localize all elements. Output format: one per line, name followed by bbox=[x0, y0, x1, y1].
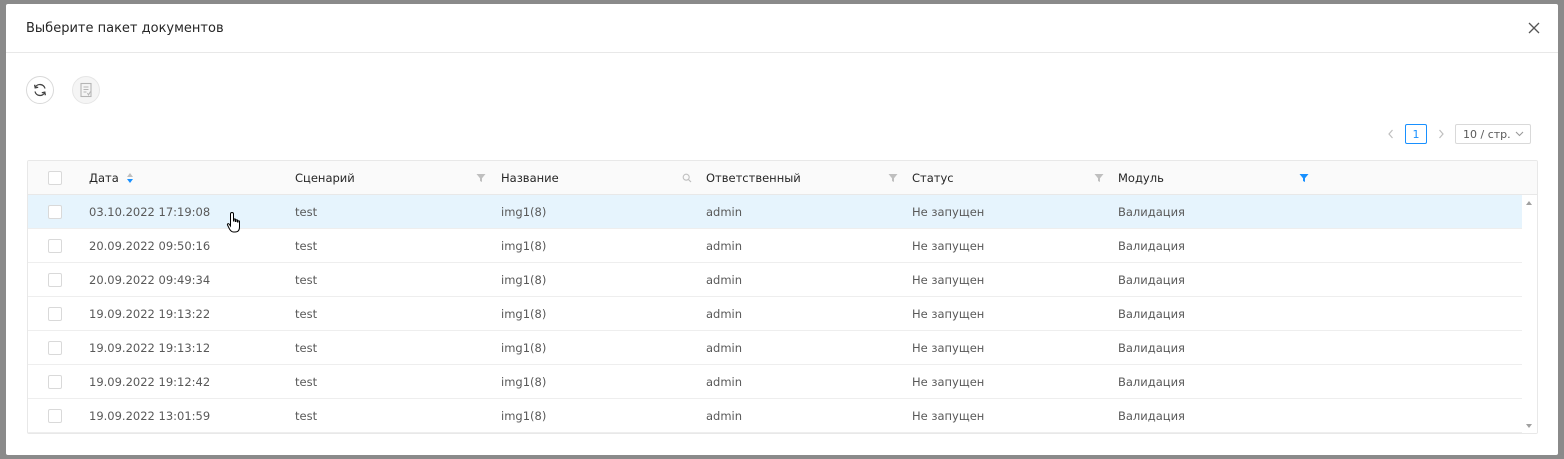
sort-icon bbox=[126, 173, 133, 183]
column-header-name: Название bbox=[501, 171, 559, 185]
cell-status: Не запущен bbox=[912, 409, 985, 423]
table-row[interactable]: 19.09.2022 19:12:42 test img1(8) admin Не за… bbox=[28, 365, 1523, 399]
cell-owner: admin bbox=[706, 273, 743, 287]
filter-icon[interactable] bbox=[888, 173, 898, 183]
cell-module: Валидация bbox=[1118, 239, 1185, 253]
column-header-status: Статус bbox=[912, 171, 954, 185]
documents-table: Дата Сценарий Название Ответственный Ста… bbox=[27, 160, 1538, 434]
cell-name: img1(8) bbox=[501, 273, 547, 287]
toolbar bbox=[26, 76, 100, 104]
cell-module: Валидация bbox=[1118, 341, 1185, 355]
cell-module: Валидация bbox=[1118, 307, 1185, 321]
column-header-module: Модуль bbox=[1118, 171, 1164, 185]
page-size-select[interactable]: 10 / стр. bbox=[1455, 124, 1531, 144]
pagination: 1 10 / стр. bbox=[1385, 124, 1531, 144]
cell-name: img1(8) bbox=[501, 409, 547, 423]
column-header-scenario: Сценарий bbox=[295, 171, 355, 185]
table-row[interactable]: 19.09.2022 19:13:22 test img1(8) admin Не за… bbox=[28, 297, 1523, 331]
cell-name: img1(8) bbox=[501, 307, 547, 321]
table-row[interactable]: 20.09.2022 09:50:16 test img1(8) admin Не за… bbox=[28, 229, 1523, 263]
cell-module: Валидация bbox=[1118, 409, 1185, 423]
cell-status: Не запущен bbox=[912, 341, 985, 355]
cell-status: Не запущен bbox=[912, 205, 985, 219]
cell-status: Не запущен bbox=[912, 239, 985, 253]
chevron-down-icon bbox=[1515, 131, 1524, 137]
scroll-up-arrow[interactable] bbox=[1526, 201, 1532, 205]
cell-scenario: test bbox=[295, 239, 318, 253]
table-body: 03.10.2022 17:19:08 test img1(8) admin Не за… bbox=[28, 195, 1537, 433]
cell-date: 20.09.2022 09:50:16 bbox=[89, 239, 211, 253]
cell-status: Не запущен bbox=[912, 273, 985, 287]
table-scrollbar[interactable] bbox=[1522, 195, 1537, 433]
close-button[interactable] bbox=[1526, 20, 1542, 36]
column-header-owner: Ответственный bbox=[706, 171, 801, 185]
column-header-date[interactable]: Дата bbox=[89, 161, 134, 195]
cell-scenario: test bbox=[295, 409, 318, 423]
cell-date: 03.10.2022 17:19:08 bbox=[89, 205, 211, 219]
close-icon bbox=[1528, 22, 1540, 34]
scroll-down-arrow[interactable] bbox=[1526, 424, 1532, 428]
filter-icon[interactable] bbox=[1094, 173, 1104, 183]
document-icon bbox=[80, 82, 92, 98]
filter-icon[interactable] bbox=[1299, 173, 1309, 183]
cell-owner: admin bbox=[706, 307, 743, 321]
refresh-button[interactable] bbox=[26, 76, 54, 104]
cell-owner: admin bbox=[706, 341, 743, 355]
cell-owner: admin bbox=[706, 375, 743, 389]
modal-title: Выберите пакет документов bbox=[26, 20, 224, 36]
cell-owner: admin bbox=[706, 239, 743, 253]
row-checkbox[interactable] bbox=[48, 205, 62, 219]
search-icon[interactable] bbox=[682, 173, 692, 183]
modal-header: Выберите пакет документов bbox=[6, 4, 1558, 53]
cell-date: 19.09.2022 19:13:12 bbox=[89, 341, 211, 355]
cell-scenario: test bbox=[295, 341, 318, 355]
prev-page-button[interactable] bbox=[1385, 124, 1397, 144]
filter-icon[interactable] bbox=[476, 173, 486, 183]
cell-scenario: test bbox=[295, 273, 318, 287]
cell-name: img1(8) bbox=[501, 239, 547, 253]
refresh-icon bbox=[33, 83, 47, 97]
table-header: Дата Сценарий Название Ответственный Ста… bbox=[28, 161, 1537, 195]
hand-pointer-cursor-icon bbox=[226, 211, 240, 233]
cell-status: Не запущен bbox=[912, 307, 985, 321]
select-all-checkbox[interactable] bbox=[48, 171, 62, 185]
row-checkbox[interactable] bbox=[48, 273, 62, 287]
table-row[interactable]: 03.10.2022 17:19:08 test img1(8) admin Не за… bbox=[28, 195, 1523, 229]
cell-owner: admin bbox=[706, 205, 743, 219]
table-row[interactable]: 19.09.2022 19:13:12 test img1(8) admin Не за… bbox=[28, 331, 1523, 365]
cell-scenario: test bbox=[295, 307, 318, 321]
cell-name: img1(8) bbox=[501, 341, 547, 355]
cell-scenario: test bbox=[295, 375, 318, 389]
cell-owner: admin bbox=[706, 409, 743, 423]
row-checkbox[interactable] bbox=[48, 375, 62, 389]
select-document-button[interactable] bbox=[72, 76, 100, 104]
row-checkbox[interactable] bbox=[48, 239, 62, 253]
table-row[interactable]: 20.09.2022 09:49:34 test img1(8) admin Не за… bbox=[28, 263, 1523, 297]
cell-module: Валидация bbox=[1118, 375, 1185, 389]
cell-scenario: test bbox=[295, 205, 318, 219]
row-checkbox[interactable] bbox=[48, 409, 62, 423]
next-page-button[interactable] bbox=[1435, 124, 1447, 144]
cell-date: 19.09.2022 19:12:42 bbox=[89, 375, 211, 389]
cell-date: 19.09.2022 19:13:22 bbox=[89, 307, 211, 321]
table-row[interactable]: 19.09.2022 13:01:59 test img1(8) admin Не за… bbox=[28, 399, 1523, 433]
cell-module: Валидация bbox=[1118, 273, 1185, 287]
chevron-right-icon bbox=[1439, 129, 1444, 139]
page-number-current[interactable]: 1 bbox=[1405, 124, 1427, 144]
cell-name: img1(8) bbox=[501, 375, 547, 389]
cell-date: 20.09.2022 09:49:34 bbox=[89, 273, 211, 287]
chevron-left-icon bbox=[1388, 129, 1393, 139]
row-checkbox[interactable] bbox=[48, 307, 62, 321]
cell-date: 19.09.2022 13:01:59 bbox=[89, 409, 211, 423]
cell-name: img1(8) bbox=[501, 205, 547, 219]
row-checkbox[interactable] bbox=[48, 341, 62, 355]
cell-status: Не запущен bbox=[912, 375, 985, 389]
cell-module: Валидация bbox=[1118, 205, 1185, 219]
page-size-value: 10 / стр. bbox=[1463, 127, 1511, 141]
